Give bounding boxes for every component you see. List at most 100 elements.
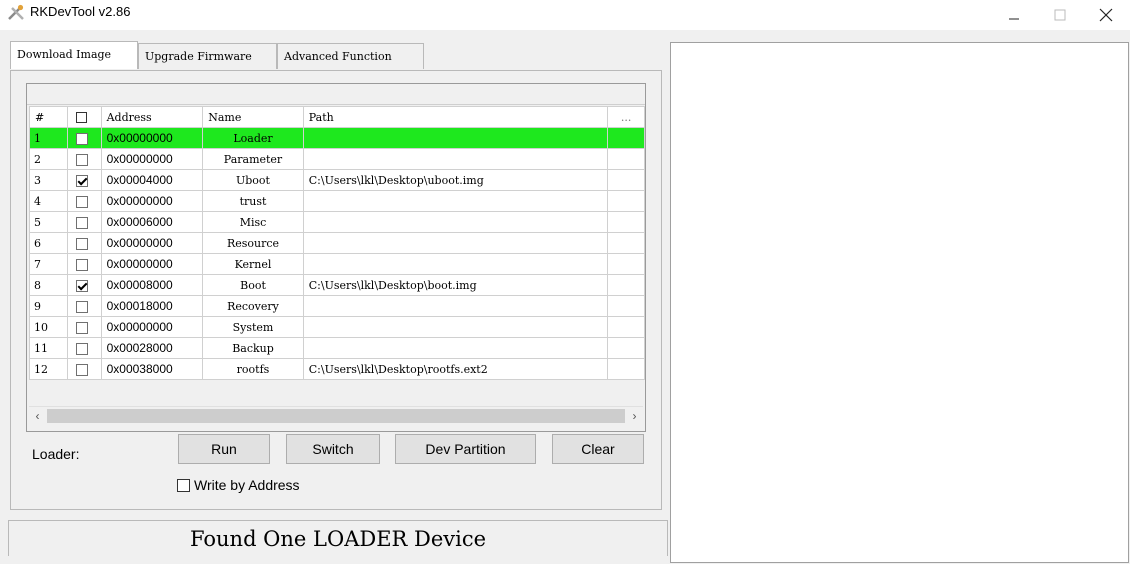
row-name[interactable]: Parameter — [202, 148, 304, 170]
row-checkbox[interactable] — [75, 363, 88, 376]
switch-button[interactable]: Switch — [286, 434, 380, 464]
tab-download-image[interactable]: Download Image — [10, 41, 138, 69]
row-browse-cell[interactable] — [607, 337, 645, 359]
row-select-cell[interactable] — [66, 316, 102, 338]
maximize-button[interactable] — [1037, 0, 1083, 30]
row-checkbox[interactable] — [75, 195, 88, 208]
row-path[interactable]: C:\Users\lkl\Desktop\rootfs.ext2 — [302, 358, 609, 380]
row-name[interactable]: Uboot — [202, 169, 304, 191]
row-name[interactable]: Boot — [202, 274, 304, 296]
row-address[interactable]: 0x00000000 — [100, 316, 204, 338]
row-checkbox[interactable] — [75, 342, 88, 355]
col-header-more[interactable]: ... — [607, 106, 645, 128]
table-row[interactable]: 12 0x00038000 rootfs C:\Users\lkl\Desktop\r… — [29, 358, 645, 380]
table-row[interactable]: 10 0x00000000 System — [29, 316, 645, 338]
row-browse-cell[interactable] — [607, 358, 645, 380]
row-browse-cell[interactable] — [607, 316, 645, 338]
row-name[interactable]: trust — [202, 190, 304, 212]
table-row[interactable]: 7 0x00000000 Kernel — [29, 253, 645, 275]
row-browse-cell[interactable] — [607, 274, 645, 296]
run-button[interactable]: Run — [178, 434, 270, 464]
row-path[interactable] — [302, 148, 609, 170]
row-address[interactable]: 0x00038000 — [100, 358, 204, 380]
tab-advanced-function[interactable]: Advanced Function — [277, 43, 424, 69]
row-browse-cell[interactable] — [607, 211, 645, 233]
row-address[interactable]: 0x00008000 — [100, 274, 204, 296]
close-button[interactable] — [1083, 0, 1129, 30]
row-path[interactable] — [302, 337, 609, 359]
row-path[interactable] — [302, 232, 609, 254]
row-name[interactable]: Recovery — [202, 295, 304, 317]
row-browse-cell[interactable] — [607, 190, 645, 212]
row-checkbox[interactable] — [75, 258, 88, 271]
row-checkbox[interactable] — [75, 132, 88, 145]
row-checkbox[interactable] — [75, 216, 88, 229]
table-row[interactable]: 9 0x00018000 Recovery — [29, 295, 645, 317]
select-all-checkbox[interactable] — [75, 112, 87, 123]
table-row[interactable]: 2 0x00000000 Parameter — [29, 148, 645, 170]
row-browse-cell[interactable] — [607, 253, 645, 275]
table-row[interactable]: 6 0x00000000 Resource — [29, 232, 645, 254]
row-name[interactable]: Backup — [202, 337, 304, 359]
scroll-left-icon[interactable]: ‹ — [29, 407, 46, 425]
row-path[interactable] — [302, 316, 609, 338]
col-header-address[interactable]: Address — [100, 106, 204, 128]
row-address[interactable]: 0x00000000 — [100, 232, 204, 254]
row-address[interactable]: 0x00004000 — [100, 169, 204, 191]
row-address[interactable]: 0x00028000 — [100, 337, 204, 359]
row-select-cell[interactable] — [66, 232, 102, 254]
row-checkbox[interactable] — [75, 300, 88, 313]
write-by-address-checkbox[interactable] — [177, 478, 190, 492]
row-browse-cell[interactable] — [607, 295, 645, 317]
row-path[interactable]: C:\Users\lkl\Desktop\boot.img — [302, 274, 609, 296]
row-address[interactable]: 0x00000000 — [100, 148, 204, 170]
table-row[interactable]: 1 0x00000000 Loader — [29, 127, 645, 149]
row-checkbox[interactable] — [75, 279, 88, 292]
clear-button[interactable]: Clear — [552, 434, 644, 464]
row-name[interactable]: Loader — [202, 127, 304, 149]
row-checkbox[interactable] — [75, 237, 88, 250]
horizontal-scrollbar[interactable]: ‹ › — [29, 406, 643, 425]
row-path[interactable] — [302, 211, 609, 233]
row-select-cell[interactable] — [66, 358, 102, 380]
row-select-cell[interactable] — [66, 169, 102, 191]
col-header-name[interactable]: Name — [202, 106, 304, 128]
row-select-cell[interactable] — [66, 211, 102, 233]
row-name[interactable]: Kernel — [202, 253, 304, 275]
log-output-area[interactable] — [670, 42, 1129, 563]
row-name[interactable]: rootfs — [202, 358, 304, 380]
row-browse-cell[interactable] — [607, 127, 645, 149]
row-select-cell[interactable] — [66, 148, 102, 170]
col-header-select-all[interactable] — [66, 106, 102, 128]
row-browse-cell[interactable] — [607, 169, 645, 191]
write-by-address-option[interactable]: Write by Address — [177, 476, 300, 494]
table-row[interactable]: 11 0x00028000 Backup — [29, 337, 645, 359]
dev-partition-button[interactable]: Dev Partition — [395, 434, 536, 464]
row-name[interactable]: System — [202, 316, 304, 338]
row-path[interactable] — [302, 190, 609, 212]
row-address[interactable]: 0x00000000 — [100, 253, 204, 275]
tab-upgrade-firmware[interactable]: Upgrade Firmware — [138, 43, 277, 69]
row-address[interactable]: 0x00000000 — [100, 190, 204, 212]
row-name[interactable]: Resource — [202, 232, 304, 254]
row-path[interactable] — [302, 295, 609, 317]
row-select-cell[interactable] — [66, 274, 102, 296]
row-select-cell[interactable] — [66, 295, 102, 317]
row-checkbox[interactable] — [75, 174, 88, 187]
row-select-cell[interactable] — [66, 127, 102, 149]
col-header-path[interactable]: Path — [302, 106, 609, 128]
row-select-cell[interactable] — [66, 190, 102, 212]
row-path[interactable] — [302, 127, 609, 149]
scroll-thumb[interactable] — [47, 409, 625, 423]
minimize-button[interactable] — [991, 0, 1037, 30]
row-path[interactable]: C:\Users\lkl\Desktop\uboot.img — [302, 169, 609, 191]
row-checkbox[interactable] — [75, 321, 88, 334]
row-checkbox[interactable] — [75, 153, 88, 166]
table-row[interactable]: 8 0x00008000 Boot C:\Users\lkl\Desktop\boot… — [29, 274, 645, 296]
row-browse-cell[interactable] — [607, 148, 645, 170]
row-address[interactable]: 0x00018000 — [100, 295, 204, 317]
row-select-cell[interactable] — [66, 337, 102, 359]
row-address[interactable]: 0x00000000 — [100, 127, 204, 149]
row-name[interactable]: Misc — [202, 211, 304, 233]
scroll-right-icon[interactable]: › — [626, 407, 643, 425]
